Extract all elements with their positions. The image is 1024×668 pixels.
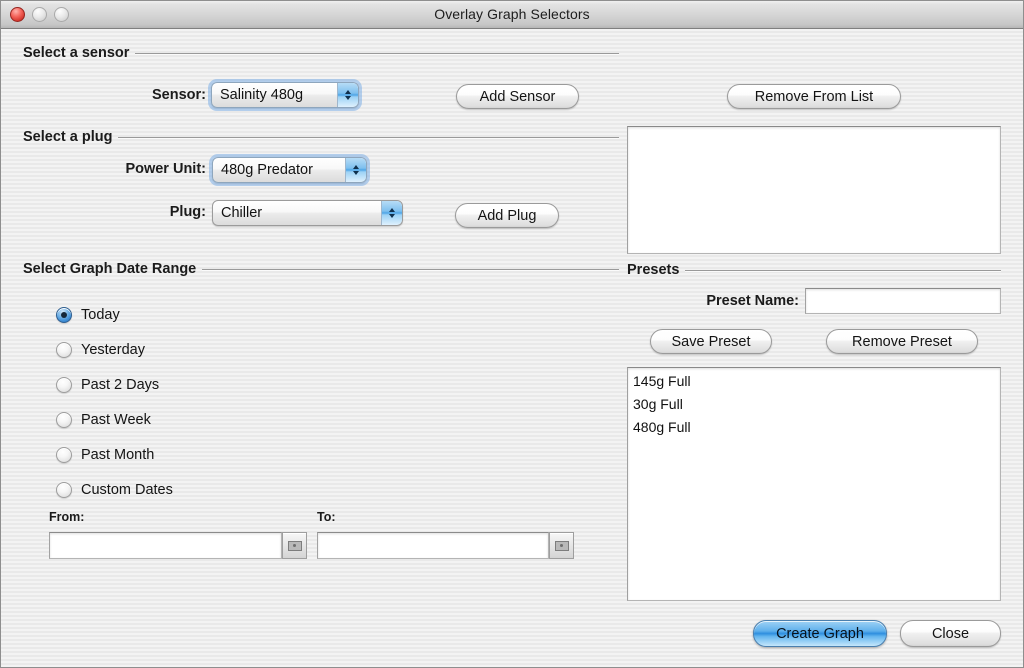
add-sensor-button[interactable]: Add Sensor	[456, 84, 579, 109]
sensor-select[interactable]: Salinity 480g	[208, 79, 362, 111]
radio-custom-dates-label: Custom Dates	[81, 482, 173, 498]
preset-name-input[interactable]	[805, 288, 1001, 314]
radio-past-week-label: Past Week	[81, 412, 151, 428]
radio-past-month[interactable]: Past Month	[56, 447, 154, 463]
selected-items-list[interactable]	[627, 126, 1001, 254]
sensor-group-rule	[135, 52, 619, 54]
radio-past-month-label: Past Month	[81, 447, 155, 463]
power-unit-label: Power Unit:	[125, 161, 206, 177]
chevron-updown-icon	[337, 83, 358, 107]
save-preset-button[interactable]: Save Preset	[650, 329, 772, 354]
power-unit-select[interactable]: 480g Predator	[209, 154, 370, 186]
presets-list[interactable]: 145g Full 30g Full 480g Full	[627, 367, 1001, 601]
from-date-input[interactable]	[49, 532, 282, 559]
radio-custom-dates[interactable]: Custom Dates	[56, 482, 173, 498]
radio-today[interactable]: Today	[56, 307, 120, 323]
plug-group-rule	[118, 136, 619, 138]
radio-yesterday-indicator	[56, 342, 72, 358]
date-range-group-label: Select Graph Date Range	[23, 261, 197, 277]
to-date-picker-button[interactable]	[549, 532, 574, 559]
radio-past-month-indicator	[56, 447, 72, 463]
preset-name-label: Preset Name:	[706, 293, 799, 309]
plug-group-header: Select a plug	[23, 129, 619, 145]
radio-past-2-days-label: Past 2 Days	[81, 377, 160, 393]
to-date-input[interactable]	[317, 532, 549, 559]
list-item[interactable]: 30g Full	[628, 393, 1000, 416]
presets-group-header: Presets	[627, 262, 1001, 278]
title-bar: Overlay Graph Selectors	[1, 1, 1023, 29]
create-graph-button[interactable]: Create Graph	[753, 620, 887, 647]
radio-today-indicator	[56, 307, 72, 323]
radio-past-week[interactable]: Past Week	[56, 412, 151, 428]
plug-label: Plug:	[169, 204, 206, 220]
date-range-group-header: Select Graph Date Range	[23, 261, 619, 277]
list-item[interactable]: 145g Full	[628, 370, 1000, 393]
radio-custom-dates-indicator	[56, 482, 72, 498]
chevron-updown-icon	[381, 201, 402, 225]
remove-preset-button[interactable]: Remove Preset	[826, 329, 978, 354]
sensor-select-value: Salinity 480g	[220, 87, 304, 103]
power-unit-select-value: 480g Predator	[221, 162, 313, 178]
plug-group-label: Select a plug	[23, 129, 113, 145]
list-item[interactable]: 480g Full	[628, 416, 1000, 439]
from-date-picker-button[interactable]	[282, 532, 307, 559]
radio-past-week-indicator	[56, 412, 72, 428]
presets-group-rule	[685, 269, 1001, 271]
radio-yesterday-label: Yesterday	[81, 342, 145, 358]
radio-yesterday[interactable]: Yesterday	[56, 342, 145, 358]
from-label: From:	[49, 510, 85, 524]
radio-past-2-days[interactable]: Past 2 Days	[56, 377, 159, 393]
window-title: Overlay Graph Selectors	[434, 6, 590, 22]
overlay-graph-selectors-window: Overlay Graph Selectors Select a sensor …	[0, 0, 1024, 668]
sensor-group-label: Select a sensor	[23, 45, 130, 61]
remove-from-list-button[interactable]: Remove From List	[727, 84, 901, 109]
add-plug-button[interactable]: Add Plug	[455, 203, 559, 228]
presets-group-label: Presets	[627, 262, 680, 278]
plug-select[interactable]: Chiller	[212, 200, 403, 226]
date-range-group-rule	[202, 268, 619, 270]
radio-past-2-days-indicator	[56, 377, 72, 393]
to-label: To:	[317, 510, 336, 524]
close-button[interactable]: Close	[900, 620, 1001, 647]
chevron-updown-icon	[345, 158, 366, 182]
calendar-icon	[554, 540, 569, 551]
calendar-icon	[287, 540, 302, 551]
plug-select-value: Chiller	[221, 205, 263, 221]
sensor-label: Sensor:	[152, 87, 206, 103]
radio-today-label: Today	[81, 307, 120, 323]
sensor-group-header: Select a sensor	[23, 45, 619, 61]
